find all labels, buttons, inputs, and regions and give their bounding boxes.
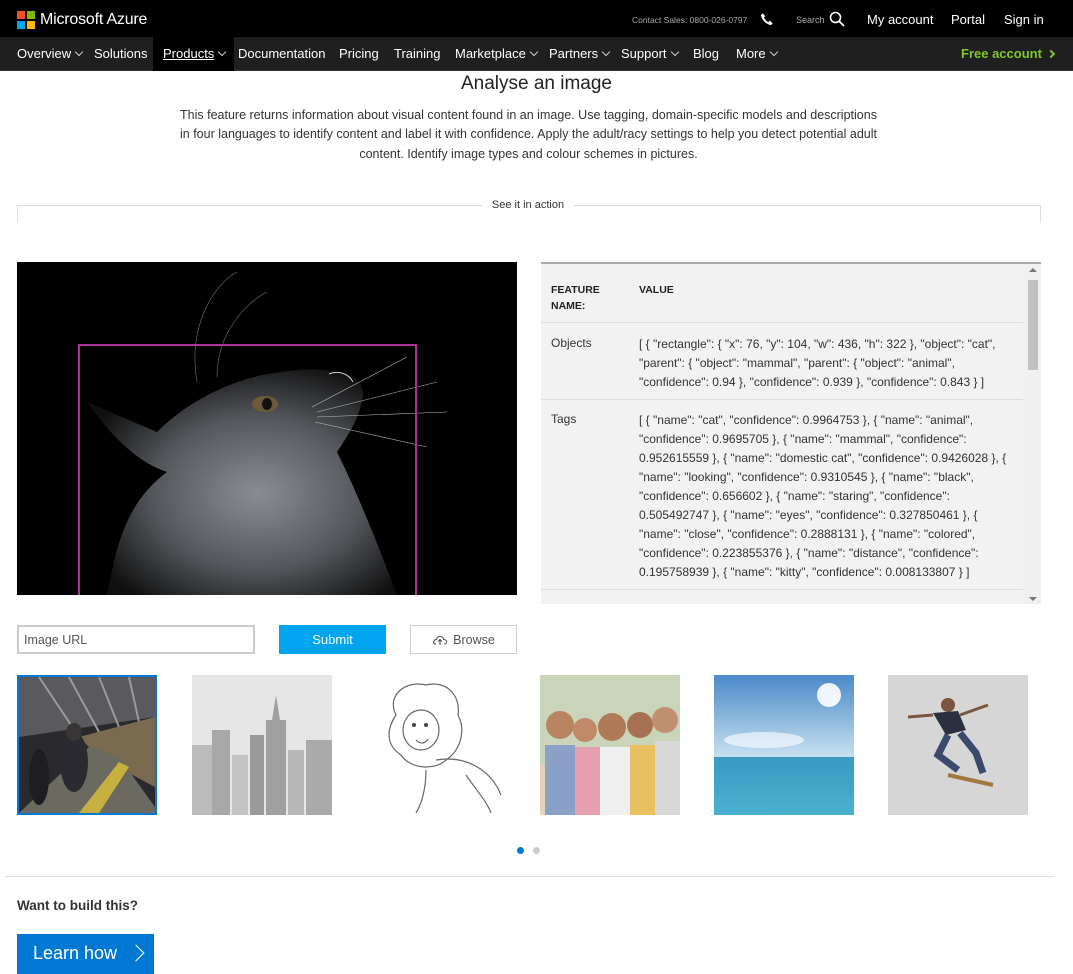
carousel-dot-2[interactable] xyxy=(533,847,540,854)
learn-how-button[interactable]: Learn how xyxy=(17,934,154,974)
value-header: VALUE xyxy=(639,284,674,296)
nav-blog[interactable]: Blog xyxy=(693,37,719,71)
nav-more[interactable]: More xyxy=(736,37,778,71)
page-title: Analyse an image xyxy=(460,73,613,94)
top-bar: Microsoft Azure Contact Sales: 0800-026-… xyxy=(0,0,1073,37)
chevron-right-icon xyxy=(127,944,145,962)
chevron-right-icon xyxy=(1046,49,1056,59)
row-divider xyxy=(541,399,1023,400)
free-account-label: Free account xyxy=(961,46,1042,61)
chevron-down-icon xyxy=(601,47,611,57)
chevron-down-icon xyxy=(670,47,679,57)
nav-label: Marketplace xyxy=(455,46,526,61)
nav-documentation[interactable]: Documentation xyxy=(238,37,325,71)
nav-partners[interactable]: Partners xyxy=(549,37,611,71)
browse-button[interactable]: Browse xyxy=(410,625,517,654)
chevron-down-icon xyxy=(74,47,84,57)
nav-label: Overview xyxy=(17,46,72,61)
value-tags: [ { "name": "cat", "confidence": 0.99647… xyxy=(639,413,1007,579)
chevron-down-icon xyxy=(529,47,539,57)
cloud-upload-icon xyxy=(433,635,448,645)
city-image xyxy=(192,675,332,815)
scroll-down-icon[interactable] xyxy=(1029,597,1037,601)
thumbnail-city[interactable] xyxy=(192,675,332,815)
learn-how-label: Learn how xyxy=(33,943,118,963)
subway-image xyxy=(19,677,155,813)
brand-name: Microsoft Azure xyxy=(40,11,148,28)
my-account-link[interactable]: My account xyxy=(867,12,933,27)
microsoft-logo-icon xyxy=(17,11,35,29)
nav-pricing[interactable]: Pricing xyxy=(339,37,379,71)
feature-objects: Objects xyxy=(551,336,592,350)
browse-label: Browse xyxy=(453,632,495,647)
search-icon[interactable] xyxy=(829,11,845,27)
thumbnail-subway[interactable] xyxy=(17,675,157,815)
nav-solutions[interactable]: Solutions xyxy=(94,37,147,71)
free-account-link[interactable]: Free account xyxy=(961,37,1056,71)
nav-label: Solutions xyxy=(94,46,148,61)
section-divider xyxy=(5,876,1054,877)
nav-label: Documentation xyxy=(238,46,326,61)
results-scrollbar[interactable] xyxy=(1025,264,1041,604)
contact-sales-text: Contact Sales: 0800-026-0797 xyxy=(632,15,748,25)
nav-label: More xyxy=(736,46,766,61)
thumbnail-lion[interactable] xyxy=(366,675,506,815)
nav-overview[interactable]: Overview xyxy=(17,37,84,71)
main-nav: Overview Solutions Products Documentatio… xyxy=(0,37,1073,71)
build-title: Want to build this? xyxy=(17,898,138,913)
lion-drawing-image xyxy=(366,675,506,815)
ocean-image xyxy=(714,675,854,815)
nav-training[interactable]: Training xyxy=(394,37,440,71)
page-description: This feature returns information about v… xyxy=(180,108,877,161)
results-table: FEATURE NAME: VALUE Objects [ { "rectang… xyxy=(541,262,1041,604)
sign-in-link[interactable]: Sign in xyxy=(1004,12,1044,27)
search-label[interactable]: Search xyxy=(796,15,825,25)
nav-products[interactable]: Products xyxy=(153,37,235,71)
row-divider xyxy=(541,589,1023,590)
portal-link[interactable]: Portal xyxy=(951,12,985,27)
nav-marketplace[interactable]: Marketplace xyxy=(455,37,539,71)
thumbnail-skateboarder[interactable] xyxy=(888,675,1028,815)
feature-name-header: FEATURE NAME: xyxy=(551,284,600,312)
thumbnail-ocean[interactable] xyxy=(714,675,854,815)
analyzed-image xyxy=(17,262,517,595)
thumbnail-family[interactable] xyxy=(540,675,680,815)
carousel-dot-1[interactable] xyxy=(517,847,524,854)
scroll-thumb[interactable] xyxy=(1028,280,1038,370)
row-divider xyxy=(541,322,1023,323)
nav-label: Blog xyxy=(693,46,720,61)
submit-button[interactable]: Submit xyxy=(279,625,386,654)
nav-label: Partners xyxy=(549,46,599,61)
image-url-input[interactable] xyxy=(17,625,255,654)
skateboarder-image xyxy=(888,675,1028,815)
scroll-up-icon[interactable] xyxy=(1029,268,1037,272)
see-it-in-action-label: See it in action xyxy=(482,199,574,211)
nav-label: Products xyxy=(163,46,215,61)
nav-support[interactable]: Support xyxy=(621,37,679,71)
azure-logo[interactable]: Microsoft Azure xyxy=(17,11,147,29)
object-bounding-box xyxy=(78,344,417,595)
nav-label: Support xyxy=(621,46,667,61)
feature-tags: Tags xyxy=(551,412,577,426)
family-image xyxy=(540,675,680,815)
phone-icon[interactable] xyxy=(760,12,774,26)
chevron-down-icon xyxy=(218,47,227,57)
nav-label: Pricing xyxy=(339,46,379,61)
value-objects: [ { "rectangle": { "x": 76, "y": 104, "w… xyxy=(639,337,996,389)
nav-label: Training xyxy=(394,46,441,61)
chevron-down-icon xyxy=(769,47,778,57)
